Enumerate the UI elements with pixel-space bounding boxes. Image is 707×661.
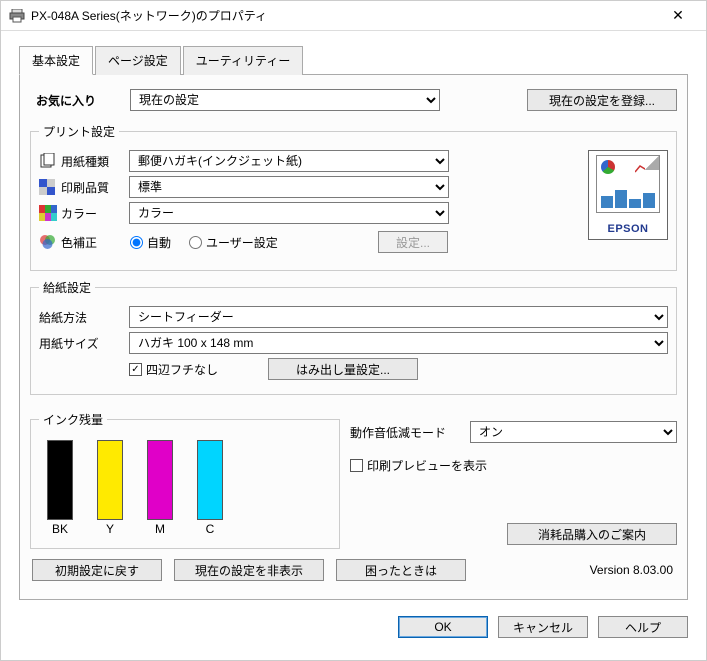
paper-type-label: 用紙種類 (39, 153, 129, 170)
paper-size-select[interactable]: ハガキ 100 x 148 mm (129, 332, 668, 354)
tab-bar: 基本設定 ページ設定 ユーティリティー (19, 45, 688, 75)
color-correction-auto-radio[interactable]: 自動 (130, 234, 171, 251)
feed-settings-group: 給紙設定 給紙方法 シートフィーダー 用紙サイズ ハガキ 100 x 148 m… (30, 279, 677, 395)
ok-button[interactable]: OK (398, 616, 488, 638)
feed-settings-legend: 給紙設定 (39, 279, 95, 296)
ink-bk: BK (47, 440, 73, 536)
help-button[interactable]: ヘルプ (598, 616, 688, 638)
color-correction-icon (39, 234, 57, 250)
hide-settings-button[interactable]: 現在の設定を非表示 (174, 559, 324, 581)
color-label: カラー (39, 205, 129, 222)
restore-defaults-button[interactable]: 初期設定に戻す (32, 559, 162, 581)
print-preview-checkbox[interactable]: 印刷プレビューを表示 (350, 457, 487, 474)
troubleshoot-button[interactable]: 困ったときは (336, 559, 466, 581)
feed-method-select[interactable]: シートフィーダー (129, 306, 668, 328)
ink-levels-legend: インク残量 (39, 411, 107, 428)
print-settings-legend: プリント設定 (39, 123, 119, 140)
ink-levels-group: インク残量 BK Y M C (30, 411, 340, 549)
color-select[interactable]: カラー (129, 202, 449, 224)
paper-size-label: 用紙サイズ (39, 335, 129, 352)
ink-c: C (197, 440, 223, 536)
color-correction-settings-button: 設定... (378, 231, 448, 253)
cancel-button[interactable]: キャンセル (498, 616, 588, 638)
titlebar: PX-048A Series(ネットワーク)のプロパティ ✕ (1, 1, 706, 31)
quality-select[interactable]: 標準 (129, 176, 449, 198)
borderless-checkbox[interactable]: ✓ 四辺フチなし (129, 361, 218, 378)
printer-icon (9, 9, 25, 23)
ink-m: M (147, 440, 173, 536)
close-button[interactable]: ✕ (658, 7, 698, 24)
dialog-footer: OK キャンセル ヘルプ (1, 606, 706, 648)
favorites-select[interactable]: 現在の設定 (130, 89, 440, 111)
feed-method-label: 給紙方法 (39, 309, 129, 326)
checkbox-checked-icon: ✓ (129, 363, 142, 376)
quality-label: 印刷品質 (39, 179, 129, 196)
register-favorites-button[interactable]: 現在の設定を登録... (527, 89, 677, 111)
favorites-label: お気に入り (30, 92, 130, 109)
quiet-mode-select[interactable]: オン (470, 421, 677, 443)
quiet-mode-label: 動作音低減モード (350, 424, 470, 441)
brand-preview: EPSON (588, 150, 668, 240)
window-title: PX-048A Series(ネットワーク)のプロパティ (31, 7, 658, 24)
paper-type-icon (39, 153, 57, 169)
color-correction-user-radio[interactable]: ユーザー設定 (189, 234, 278, 251)
borderless-settings-button[interactable]: はみ出し量設定... (268, 358, 418, 380)
brand-text: EPSON (607, 223, 648, 235)
tab-utility[interactable]: ユーティリティー (183, 46, 304, 75)
ink-y: Y (97, 440, 123, 536)
document-preview-icon (596, 155, 660, 213)
consumables-button[interactable]: 消耗品購入のご案内 (507, 523, 677, 545)
checkbox-unchecked-icon (350, 459, 363, 472)
print-settings-group: プリント設定 用紙種類 郵便ハガキ(インクジェット紙) (30, 123, 677, 271)
version-text: Version 8.03.00 (590, 563, 675, 577)
tab-basic[interactable]: 基本設定 (19, 46, 93, 75)
paper-type-select[interactable]: 郵便ハガキ(インクジェット紙) (129, 150, 449, 172)
color-icon (39, 205, 57, 221)
tab-page[interactable]: ページ設定 (95, 46, 181, 75)
color-correction-label: 色補正 (39, 234, 129, 251)
quality-icon (39, 179, 57, 195)
